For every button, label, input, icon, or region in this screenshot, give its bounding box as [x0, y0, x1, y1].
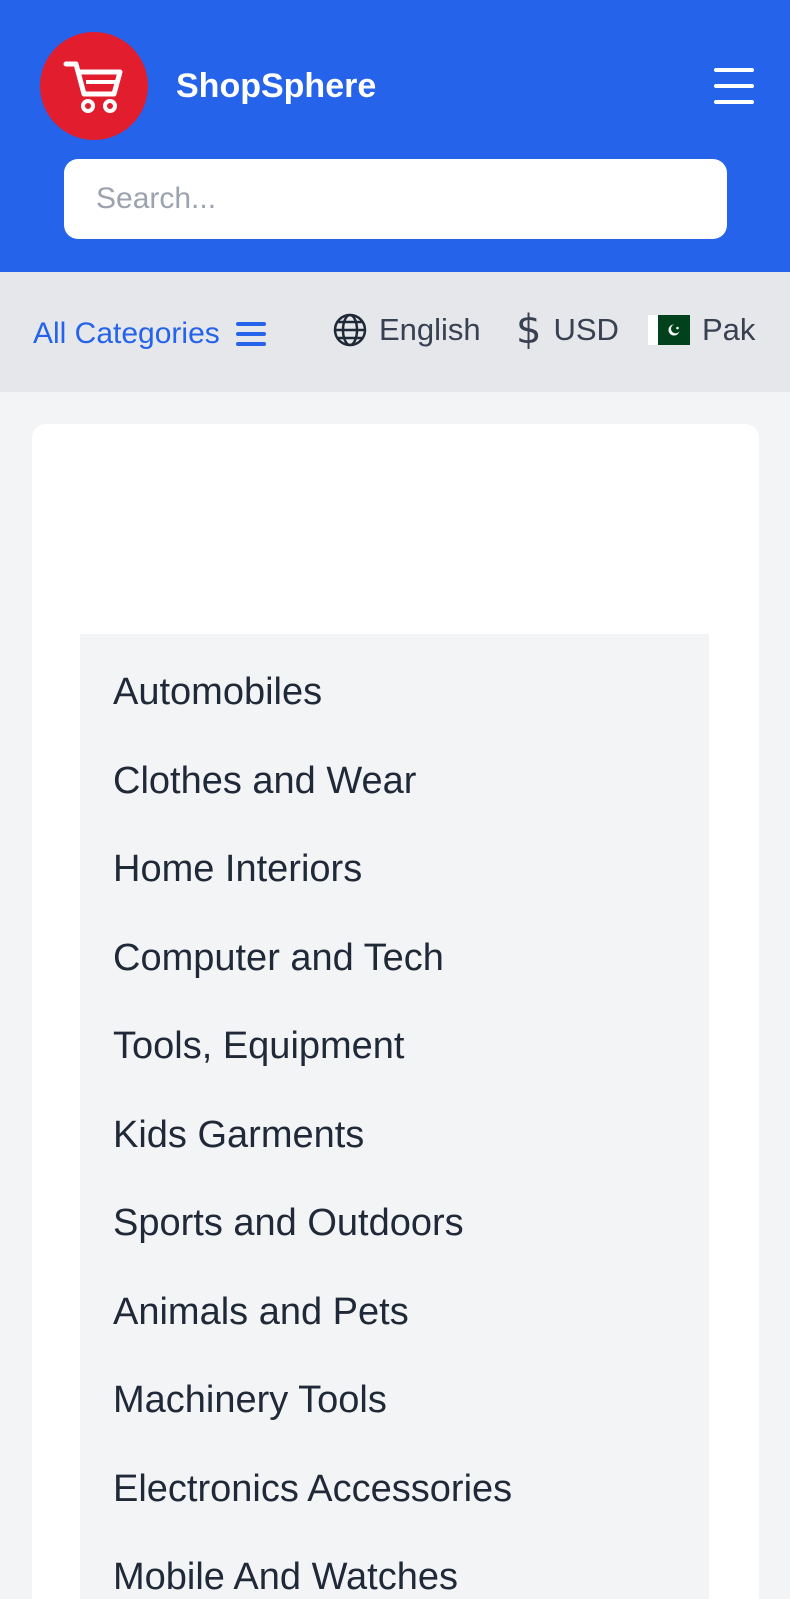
category-item[interactable]: Mobile And Watches: [80, 1549, 709, 1599]
country-label: Pak: [702, 312, 756, 347]
country-selector[interactable]: Pak: [648, 308, 755, 352]
category-item[interactable]: Automobiles: [80, 664, 709, 753]
currency-label: USD: [553, 312, 619, 347]
pakistan-flag-icon: [648, 315, 690, 345]
language-label: English: [379, 312, 481, 347]
search-input[interactable]: [64, 159, 727, 239]
category-item[interactable]: Sports and Outdoors: [80, 1195, 709, 1284]
category-item[interactable]: Animals and Pets: [80, 1284, 709, 1373]
all-categories-button[interactable]: All Categories: [33, 312, 266, 356]
category-item[interactable]: Computer and Tech: [80, 930, 709, 1019]
app-header: ShopSphere: [0, 0, 790, 272]
hamburger-menu-icon[interactable]: [714, 68, 754, 104]
category-item[interactable]: Machinery Tools: [80, 1372, 709, 1461]
logo[interactable]: [40, 32, 148, 140]
language-selector[interactable]: English: [333, 308, 481, 352]
category-panel: Automobiles Clothes and Wear Home Interi…: [80, 634, 709, 1599]
category-list: Automobiles Clothes and Wear Home Interi…: [80, 634, 709, 1599]
all-categories-label: All Categories: [33, 317, 220, 350]
list-icon: [235, 322, 266, 346]
category-item[interactable]: Tools, Equipment: [80, 1018, 709, 1107]
categories-card: Automobiles Clothes and Wear Home Interi…: [32, 424, 759, 1599]
top-options-bar: All Categories English $ USD Pak: [0, 272, 790, 392]
brand-name[interactable]: ShopSphere: [176, 64, 376, 108]
category-item[interactable]: Home Interiors: [80, 841, 709, 930]
shopping-cart-icon: [63, 61, 123, 113]
globe-icon: [333, 313, 367, 347]
currency-selector[interactable]: $ USD: [516, 308, 619, 352]
category-item[interactable]: Kids Garments: [80, 1107, 709, 1196]
category-item[interactable]: Clothes and Wear: [80, 753, 709, 842]
dollar-icon: $: [516, 307, 542, 353]
category-item[interactable]: Electronics Accessories: [80, 1461, 709, 1550]
